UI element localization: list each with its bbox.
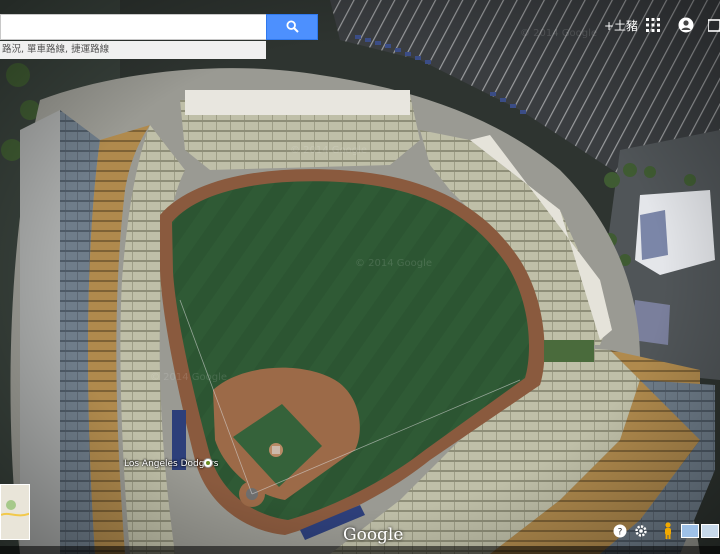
apps-grid-icon[interactable] xyxy=(646,14,660,36)
search-icon xyxy=(285,18,299,37)
svg-text:?: ? xyxy=(618,528,623,538)
google-logo: Google xyxy=(343,525,404,545)
share-icon[interactable] xyxy=(708,14,720,36)
minimap-thumbnail[interactable] xyxy=(0,484,30,540)
imagery-thumbnail-2[interactable] xyxy=(701,524,719,538)
place-pin-icon[interactable] xyxy=(203,458,213,468)
map-watermark: © 2014 Google xyxy=(150,372,228,383)
map-watermark: © 2014 Google xyxy=(520,28,598,39)
map-watermark: © 2014 Google xyxy=(355,258,433,269)
pegman-icon[interactable] xyxy=(660,522,676,539)
sign-in-link[interactable]: +土豬 xyxy=(604,14,638,36)
account-icon[interactable] xyxy=(678,14,694,36)
gear-icon[interactable] xyxy=(633,523,649,539)
search-input[interactable] xyxy=(0,14,266,40)
satellite-map[interactable] xyxy=(0,0,720,554)
search-button[interactable] xyxy=(266,14,318,40)
map-watermark: © 2014 Google xyxy=(290,145,368,156)
footer-bar xyxy=(0,546,720,554)
search-hint[interactable]: 路況, 單車路線, 捷運路線 xyxy=(0,41,266,59)
help-icon[interactable]: ? xyxy=(612,523,628,539)
imagery-thumbnail-1[interactable] xyxy=(681,524,699,538)
